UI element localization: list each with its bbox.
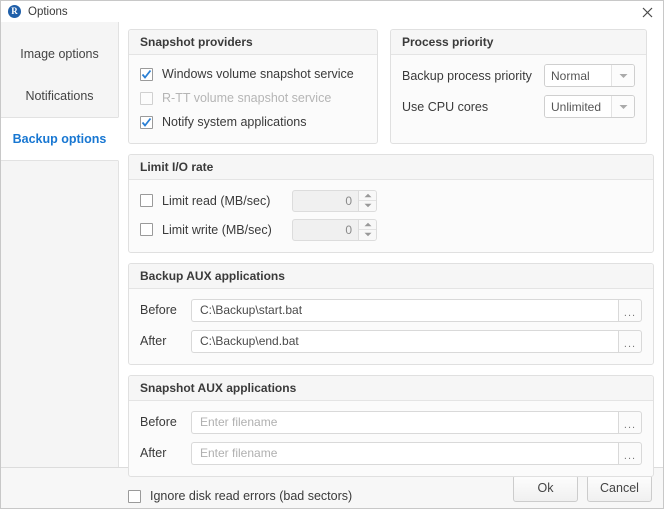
checkbox-limit-write[interactable] [140,223,153,236]
checkbox-label: Limit write (MB/sec) [162,222,272,237]
field-label: After [140,446,167,460]
backup-aux-after-browse-button[interactable]: ... [618,329,642,353]
dropdown-value: Normal [545,65,611,86]
app-logo-icon: R [8,5,21,18]
backup-aux-after-input[interactable]: C:\Backup\end.bat [191,329,618,353]
sidebar-item-backup-options[interactable]: Backup options [1,117,119,161]
spinner-value: 0 [345,193,352,208]
checkbox-row-notify-system-apps[interactable]: Notify system applications [140,111,366,133]
panel-body: Before Enter filename ... After Enter fi… [129,401,653,476]
field-label: Use CPU cores [402,99,489,114]
limit-write-row: Limit write (MB/sec) 0 [140,217,642,242]
snapshot-aux-before-input[interactable]: Enter filename [191,410,618,434]
sidebar-item-label: Notifications [25,89,94,103]
checkbox-limit-read[interactable] [140,194,153,207]
panel-title: Process priority [391,30,646,55]
snapshot-aux-before-browse-button[interactable]: ... [618,410,642,434]
backup-aux-before-row: Before C:\Backup\start.bat ... [140,297,642,323]
panel-title: Backup AUX applications [129,264,653,289]
chevron-down-icon[interactable] [611,96,634,117]
spinner-up-icon[interactable] [359,191,376,201]
snapshot-aux-after-browse-button[interactable]: ... [618,441,642,465]
panel-title: Snapshot providers [129,30,377,55]
snapshot-providers-panel: Snapshot providers Windows volume snapsh… [128,29,378,144]
sidebar-item-notifications[interactable]: Notifications [1,75,118,117]
panel-body: Before C:\Backup\start.bat ... After C:\… [129,289,653,364]
form-row-backup-process-priority: Backup process priority Normal [402,63,635,88]
spinner-buttons [358,190,376,211]
limit-io-rate-panel: Limit I/O rate Limit read (MB/sec) 0 Lim… [128,154,654,253]
sidebar: Image options Notifications Backup optio… [1,22,119,467]
checkbox-rtt-vss [140,91,153,105]
checkbox-label: Ignore disk read errors (bad sectors) [150,489,353,503]
field-label: Before [140,303,177,317]
field-label: Backup process priority [402,68,532,83]
panel-body: Limit read (MB/sec) 0 Limit write (MB/se… [129,180,653,252]
spinner-buttons [358,219,376,240]
field-label: After [140,334,167,348]
checkbox-label: R-TT volume snapshot service [162,91,332,105]
title-bar: R Options [1,1,663,22]
sidebar-item-label: Backup options [12,132,107,146]
checkbox-label: Notify system applications [162,115,307,129]
dialog-body: Image options Notifications Backup optio… [1,22,663,503]
options-dialog: R Options Image options Notifications Ba… [0,0,664,509]
spinner-down-icon[interactable] [359,201,376,211]
ignore-disk-read-errors-row[interactable]: Ignore disk read errors (bad sectors) [128,489,654,503]
panel-title: Limit I/O rate [129,155,653,180]
checkbox-notify-system-apps[interactable] [140,115,153,129]
spinner-value: 0 [345,222,352,237]
sidebar-item-label: Image options [20,47,99,61]
backup-aux-applications-panel: Backup AUX applications Before C:\Backup… [128,263,654,365]
panel-body: Backup process priority Normal Use CPU c… [391,55,646,129]
spinner-down-icon[interactable] [359,230,376,240]
panel-title: Snapshot AUX applications [129,376,653,401]
dropdown-use-cpu-cores[interactable]: Unlimited [544,95,635,118]
checkbox-label: Windows volume snapshot service [162,67,354,81]
spinner-up-icon[interactable] [359,220,376,230]
snapshot-aux-after-input[interactable]: Enter filename [191,441,618,465]
checkbox-windows-vss[interactable] [140,67,153,81]
backup-aux-before-browse-button[interactable]: ... [618,298,642,322]
close-icon[interactable] [637,4,657,20]
limit-read-row: Limit read (MB/sec) 0 [140,188,642,213]
window-title: Options [28,5,68,18]
snapshot-aux-before-row: Before Enter filename ... [140,409,642,435]
sidebar-item-image-options[interactable]: Image options [1,33,118,75]
spinner-limit-read[interactable]: 0 [292,189,377,212]
field-label: Before [140,415,177,429]
form-row-use-cpu-cores: Use CPU cores Unlimited [402,94,635,119]
dropdown-backup-process-priority[interactable]: Normal [544,64,635,87]
panel-body: Windows volume snapshot service R-TT vol… [129,55,377,143]
chevron-down-icon[interactable] [611,65,634,86]
checkbox-label: Limit read (MB/sec) [162,193,271,208]
checkbox-ignore-disk-read-errors[interactable] [128,489,141,503]
checkbox-row-windows-vss[interactable]: Windows volume snapshot service [140,63,366,85]
spinner-limit-write[interactable]: 0 [292,218,377,241]
dropdown-value: Unlimited [545,96,611,117]
snapshot-aux-after-row: After Enter filename ... [140,440,642,466]
backup-aux-before-input[interactable]: C:\Backup\start.bat [191,298,618,322]
checkbox-row-rtt-vss: R-TT volume snapshot service [140,87,366,109]
backup-aux-after-row: After C:\Backup\end.bat ... [140,328,642,354]
content-area: Snapshot providers Windows volume snapsh… [119,22,663,503]
top-panel-row: Snapshot providers Windows volume snapsh… [128,29,654,144]
snapshot-aux-applications-panel: Snapshot AUX applications Before Enter f… [128,375,654,477]
process-priority-panel: Process priority Backup process priority… [390,29,647,144]
